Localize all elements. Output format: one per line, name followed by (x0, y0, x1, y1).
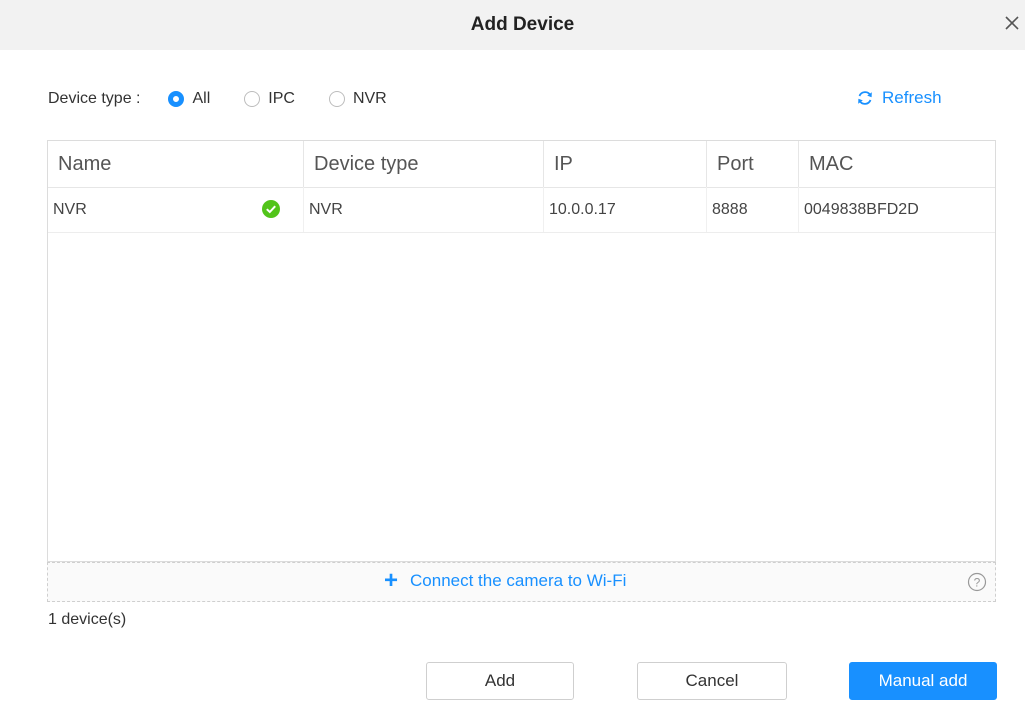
device-name: NVR (53, 201, 87, 218)
refresh-button[interactable]: Refresh (856, 88, 942, 108)
table-header: Name Device type IP Port MAC (48, 141, 995, 188)
column-header-port[interactable]: Port (707, 141, 799, 187)
column-header-mac[interactable]: MAC (799, 141, 995, 187)
radio-label: All (192, 90, 211, 107)
radio-all[interactable]: All (168, 90, 210, 108)
svg-text:?: ? (974, 576, 981, 590)
wifi-connect-bar: + Connect the camera to Wi-Fi ? (47, 562, 996, 602)
device-table: Name Device type IP Port MAC NVR NVR 10.… (47, 140, 996, 562)
cell-device-type: NVR (304, 187, 544, 232)
check-circle-icon (262, 200, 280, 218)
device-type-label: Device type : (48, 90, 141, 107)
cell-ip: 10.0.0.17 (544, 187, 707, 232)
device-type-filter: Device type : All IPC NVR (48, 86, 421, 112)
refresh-label: Refresh (882, 88, 942, 107)
column-header-device-type[interactable]: Device type (304, 141, 544, 187)
radio-label: IPC (268, 90, 295, 107)
radio-nvr[interactable]: NVR (328, 90, 387, 108)
title-bar: Add Device (0, 0, 1025, 50)
add-button[interactable]: Add (426, 662, 574, 700)
radio-dot (244, 91, 261, 107)
help-icon[interactable]: ? (967, 572, 987, 592)
radio-ipc[interactable]: IPC (244, 90, 295, 108)
manual-add-button[interactable]: Manual add (849, 662, 997, 700)
column-header-ip[interactable]: IP (544, 141, 707, 187)
radio-dot (168, 91, 185, 107)
refresh-icon (858, 91, 872, 105)
connect-wifi-link[interactable]: + Connect the camera to Wi-Fi (384, 567, 627, 594)
cell-name: NVR (48, 187, 304, 232)
cancel-button[interactable]: Cancel (637, 662, 787, 700)
plus-icon: + (384, 567, 399, 594)
close-icon[interactable] (1001, 12, 1023, 34)
radio-dot (328, 91, 345, 107)
radio-label: NVR (352, 90, 387, 107)
device-count: 1 device(s) (48, 611, 127, 628)
column-header-name[interactable]: Name (48, 141, 304, 187)
cell-port: 8888 (707, 187, 799, 232)
cell-mac: 0049838BFD2D (804, 201, 919, 218)
dialog-title: Add Device (470, 14, 575, 35)
table-row[interactable]: NVR NVR 10.0.0.17 8888 0049838BFD2D (48, 187, 995, 233)
connect-wifi-label: Connect the camera to Wi-Fi (410, 571, 627, 590)
